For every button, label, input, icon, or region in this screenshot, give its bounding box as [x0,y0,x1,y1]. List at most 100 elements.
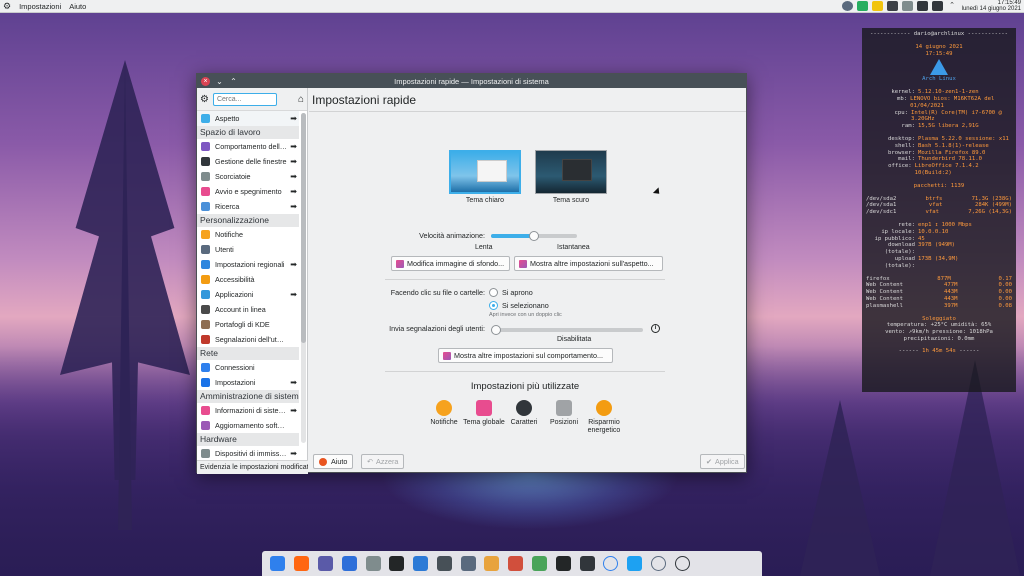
digital-clock[interactable]: 17:15:49 lunedì 14 giugno 2021 [962,0,1024,12]
sidebar-item-label: Impostazioni [215,378,256,387]
radio-select-dot[interactable] [489,301,498,310]
most-used-item[interactable]: Risparmio energetico [581,400,627,435]
sidebar-item[interactable]: Notifiche [197,227,299,242]
minimize-icon[interactable]: ⌄ [215,77,224,86]
home-icon[interactable]: ⌂ [298,94,304,105]
sidebar-category: Amministrazione di sistema [197,390,299,403]
theme-dark-option[interactable]: Tema scuro [535,150,607,204]
notes-icon[interactable] [871,1,883,11]
search-input[interactable] [212,92,277,106]
menu-item-impostazioni[interactable]: Impostazioni [19,2,61,11]
scrollbar-thumb[interactable] [301,113,306,343]
reset-button[interactable]: ↶ Azzera [361,454,405,469]
sidebar-item-label: Portafogli di KDE [215,320,270,329]
menu-item-aiuto[interactable]: Aiuto [69,2,86,11]
sidebar-item-icon [201,260,210,269]
dock-app-icon[interactable] [413,556,429,571]
change-wallpaper-button[interactable]: Modifica immagine di sfondo... [391,256,510,271]
info-icon[interactable]: i [651,324,660,333]
dock-app-icon[interactable] [650,556,666,571]
sidebar-item-icon [201,187,210,196]
sidebar-item[interactable]: Ricerca ➡ [197,199,299,214]
sidebar-item[interactable]: Segnalazioni dell'utente [197,332,299,347]
tray-app-icon[interactable] [841,1,853,11]
mail-icon[interactable] [886,1,898,11]
more-appearance-button[interactable]: Mostra altre impostazioni sull'aspetto..… [514,256,663,271]
feedback-value: Disabilitata [557,336,592,343]
radio-open-dot[interactable] [489,288,498,297]
sidebar-item[interactable]: Gestione delle finestre ➡ [197,154,299,169]
conky-cell: Web Content [866,282,904,289]
dock-app-icon[interactable] [508,556,524,571]
gear-icon[interactable]: ⚙ [3,1,11,12]
sidebar-item[interactable]: Applicazioni ➡ [197,287,299,302]
sidebar-item[interactable]: Account in linea [197,302,299,317]
maximize-icon[interactable]: ⌃ [229,77,238,86]
sidebar-item-icon [201,172,210,181]
sidebar-item[interactable]: Accessibilità [197,272,299,287]
clipboard-icon[interactable] [901,1,913,11]
close-icon[interactable]: × [201,76,210,86]
arrow-right-icon: ➡ [290,406,297,415]
sidebar-item[interactable]: Avvio e spegnimento ➡ [197,184,299,199]
gear-icon[interactable]: ⚙ [200,94,209,105]
dock-app-icon[interactable] [294,556,310,571]
dock-app-icon[interactable] [674,556,690,571]
chevron-up-icon[interactable]: ⌃ [947,1,958,11]
sidebar-item[interactable]: Impostazioni ➡ [197,375,299,390]
dock-app-icon[interactable] [531,556,547,571]
sidebar-item[interactable]: Impostazioni regionali ➡ [197,257,299,272]
conky-key: cpu: [894,109,908,116]
anim-speed-slider[interactable] [491,231,577,241]
dock-app-icon[interactable] [627,556,643,571]
radio-select[interactable]: Si selezionano [489,301,549,310]
conky-row: upload (totale): 173B (34,9M) [866,256,1012,270]
volume-icon[interactable] [931,1,943,11]
slider-knob[interactable] [491,325,501,335]
dock-app-icon[interactable] [365,556,381,571]
highlight-changed-toggle[interactable]: Evidenzia le impostazioni modificate [197,460,308,474]
sidebar-item[interactable]: Connessioni [197,360,299,375]
sidebar-item-icon [201,421,210,430]
sidebar-item-icon [201,142,210,151]
arrow-right-icon: ➡ [290,290,297,299]
sidebar-item[interactable]: Utenti [197,242,299,257]
dock-app-icon[interactable] [603,556,619,571]
conky-packages: pacchetti: 1139 [913,182,965,189]
radio-open[interactable]: Si aprono [489,288,533,297]
conky-key: ip locale: [881,228,915,235]
sidebar-item[interactable]: Dispositivi di immissione ➡ [197,446,299,461]
sidebar-scrollbar[interactable] [301,113,306,443]
conky-desktop-info: desktop: Plasma 5.22.0 sessione: x11 shell… [866,136,1012,177]
sidebar-item[interactable]: Aggiornamento software [197,418,299,433]
slider-knob[interactable] [529,231,539,241]
sidebar-item[interactable]: Portafogli di KDE [197,317,299,332]
theme-light-option[interactable]: Tema chiaro [449,150,521,204]
dock-app-icon[interactable] [484,556,500,571]
sidebar-item[interactable]: Comportamento dello spazio di lavoro➡ [197,139,299,154]
more-behavior-button[interactable]: Mostra altre impostazioni sul comportame… [438,348,613,363]
conky-key: ip pubblico: [874,235,915,242]
feedback-slider[interactable] [491,325,643,335]
dock-app-icon[interactable] [436,556,452,571]
theme-light-label: Tema chiaro [465,197,505,204]
update-icon[interactable] [856,1,868,11]
network-icon[interactable] [916,1,928,11]
conky-cell: 477M [944,282,958,289]
window-titlebar[interactable]: × ⌄ ⌃ Impostazioni rapide — Impostazioni… [197,74,746,88]
dock-app-icon[interactable] [341,556,357,571]
dock-app-icon[interactable] [579,556,595,571]
help-button[interactable]: Aiuto [313,454,354,469]
sidebar-item[interactable]: Scorciatoie ➡ [197,169,299,184]
conky-cell: firefox [866,275,890,282]
dock-app-icon[interactable] [555,556,571,571]
dock-app-icon[interactable] [460,556,476,571]
dock-app-icon[interactable] [317,556,333,571]
arrow-right-icon: ➡ [290,187,297,196]
conky-network: rete: enp1 ↕ 1000 Mbps ip locale: 10.0.0.10… [866,222,1012,270]
dock-app-icon[interactable] [389,556,405,571]
sidebar-item[interactable]: Informazioni di sistema ➡ [197,403,299,418]
sidebar-item[interactable]: Aspetto ➡ [197,111,299,126]
dock-app-icon[interactable] [270,556,286,571]
apply-button[interactable]: ✔ Applica [700,454,745,469]
